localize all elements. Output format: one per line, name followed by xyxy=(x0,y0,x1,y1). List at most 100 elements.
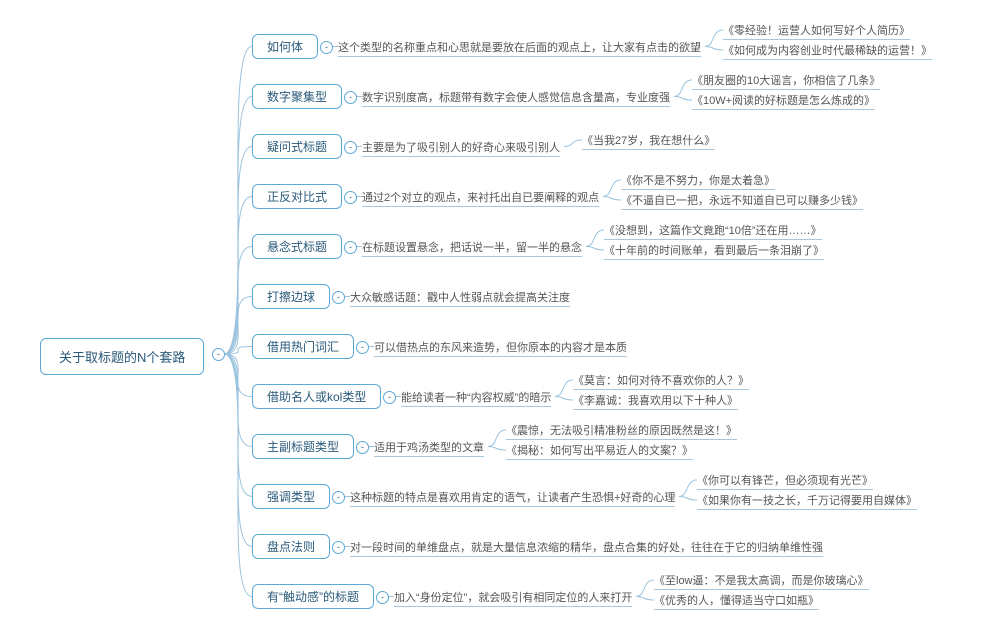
desc-text: 这种标题的特点是喜欢用肯定的语气，让读者产生恐惧+好奇的心理 xyxy=(350,492,675,504)
example-label: 《朋友圈的10大谣言，你相信了几条》 xyxy=(692,75,880,87)
example-text: 《莫言：如何对待不喜欢你的人？》 xyxy=(573,372,749,390)
category-desc: 大众敏感话题：戳中人性弱点就会提高关注度 xyxy=(350,289,570,307)
example-label: 《至low逼：不是我太高调，而是你玻璃心》 xyxy=(654,575,869,587)
example-label: 《零经验！运营人如何写好个人简历》 xyxy=(723,25,910,37)
category-node[interactable]: 借用热门词汇 xyxy=(252,334,354,359)
minus-icon: - xyxy=(337,492,340,502)
category-desc: 这个类型的名称重点和心思就是要放在后面的观点上，让大家有点击的欲望 xyxy=(338,39,701,57)
category-label: 如何体 xyxy=(267,40,303,54)
category-desc: 数字识别度高，标题带有数字会使人感觉信息含量高，专业度强 xyxy=(362,89,670,107)
category-desc: 在标题设置悬念，把话说一半，留一半的悬念 xyxy=(362,239,582,257)
category-desc: 可以借热点的东风来造势，但你原本的内容才是本质 xyxy=(374,339,627,357)
example-text: 《不逼自已一把，永远不知道自已可以赚多少钱》 xyxy=(621,192,863,210)
category-collapse-toggle[interactable]: - xyxy=(332,491,345,504)
minus-icon: - xyxy=(337,542,340,552)
category-collapse-toggle[interactable]: - xyxy=(344,191,357,204)
root-label: 关于取标题的N个套路 xyxy=(59,350,185,365)
desc-text: 适用于鸡汤类型的文章 xyxy=(374,442,484,454)
category-label: 强调类型 xyxy=(267,490,315,504)
category-desc: 通过2个对立的观点，来衬托出自已要阐释的观点 xyxy=(362,189,599,207)
category-node[interactable]: 如何体 xyxy=(252,34,318,59)
example-label: 《如何成为内容创业时代最稀缺的运营！》 xyxy=(723,45,932,57)
desc-text: 通过2个对立的观点，来衬托出自已要阐释的观点 xyxy=(362,192,599,204)
category-label: 正反对比式 xyxy=(267,190,327,204)
minus-icon: - xyxy=(361,442,364,452)
category-collapse-toggle[interactable]: - xyxy=(383,391,396,404)
example-label: 《优秀的人，懂得适当守口如瓶》 xyxy=(654,595,819,607)
example-text: 《如果你有一技之长，千万记得要用自媒体》 xyxy=(697,492,917,510)
category-collapse-toggle[interactable]: - xyxy=(356,341,369,354)
category-label: 悬念式标题 xyxy=(267,240,327,254)
category-desc: 加入“身份定位”，就会吸引有相同定位的人来打开 xyxy=(394,589,632,607)
desc-text: 主要是为了吸引别人的好奇心来吸引别人 xyxy=(362,142,560,154)
category-collapse-toggle[interactable]: - xyxy=(320,41,333,54)
example-text: 《当我27岁，我在想什么》 xyxy=(582,132,715,150)
example-label: 《当我27岁，我在想什么》 xyxy=(582,135,715,147)
category-collapse-toggle[interactable]: - xyxy=(332,291,345,304)
example-text: 《十年前的时间账单，看到最后一条泪崩了》 xyxy=(604,242,824,260)
root-node[interactable]: 关于取标题的N个套路 xyxy=(40,338,204,375)
desc-text: 这个类型的名称重点和心思就是要放在后面的观点上，让大家有点击的欲望 xyxy=(338,42,701,54)
minus-icon: - xyxy=(361,342,364,352)
example-text: 《10W+阅读的好标题是怎么炼成的》 xyxy=(692,92,875,110)
example-label: 《如果你有一技之长，千万记得要用自媒体》 xyxy=(697,495,917,507)
category-label: 盘点法则 xyxy=(267,540,315,554)
desc-text: 加入“身份定位”，就会吸引有相同定位的人来打开 xyxy=(394,592,632,604)
desc-text: 可以借热点的东风来造势，但你原本的内容才是本质 xyxy=(374,342,627,354)
category-label: 疑问式标题 xyxy=(267,140,327,154)
category-node[interactable]: 数字聚集型 xyxy=(252,84,342,109)
minus-icon: - xyxy=(217,349,220,359)
category-collapse-toggle[interactable]: - xyxy=(344,241,357,254)
example-label: 《十年前的时间账单，看到最后一条泪崩了》 xyxy=(604,245,824,257)
category-label: 借助名人或kol类型 xyxy=(267,390,366,404)
category-collapse-toggle[interactable]: - xyxy=(376,591,389,604)
category-node[interactable]: 主副标题类型 xyxy=(252,434,354,459)
category-desc: 适用于鸡汤类型的文章 xyxy=(374,439,484,457)
root-collapse-toggle[interactable]: - xyxy=(212,348,225,361)
category-label: 借用热门词汇 xyxy=(267,340,339,354)
example-label: 《你不是不努力，你是太着急》 xyxy=(621,175,775,187)
category-collapse-toggle[interactable]: - xyxy=(344,141,357,154)
category-desc: 对一段时间的单维盘点，就是大量信息浓缩的精华，盘点合集的好处，往往在于它的归纳单… xyxy=(350,539,823,557)
category-label: 数字聚集型 xyxy=(267,90,327,104)
example-text: 《如何成为内容创业时代最稀缺的运营！》 xyxy=(723,42,932,60)
category-node[interactable]: 悬念式标题 xyxy=(252,234,342,259)
category-label: 有“触动感”的标题 xyxy=(267,590,359,604)
category-collapse-toggle[interactable]: - xyxy=(344,91,357,104)
minus-icon: - xyxy=(381,592,384,602)
desc-text: 数字识别度高，标题带有数字会使人感觉信息含量高，专业度强 xyxy=(362,92,670,104)
desc-text: 在标题设置悬念，把话说一半，留一半的悬念 xyxy=(362,242,582,254)
example-text: 《优秀的人，懂得适当守口如瓶》 xyxy=(654,592,819,610)
example-text: 《零经验！运营人如何写好个人简历》 xyxy=(723,22,910,40)
category-collapse-toggle[interactable]: - xyxy=(332,541,345,554)
example-text: 《李嘉诚：我喜欢用以下十种人》 xyxy=(573,392,738,410)
desc-text: 大众敏感话题：戳中人性弱点就会提高关注度 xyxy=(350,292,570,304)
minus-icon: - xyxy=(337,292,340,302)
category-node[interactable]: 借助名人或kol类型 xyxy=(252,384,381,409)
category-desc: 主要是为了吸引别人的好奇心来吸引别人 xyxy=(362,139,560,157)
example-label: 《莫言：如何对待不喜欢你的人？》 xyxy=(573,375,749,387)
example-text: 《至low逼：不是我太高调，而是你玻璃心》 xyxy=(654,572,869,590)
minus-icon: - xyxy=(349,92,352,102)
desc-text: 对一段时间的单维盘点，就是大量信息浓缩的精华，盘点合集的好处，往往在于它的归纳单… xyxy=(350,542,823,554)
category-collapse-toggle[interactable]: - xyxy=(356,441,369,454)
category-node[interactable]: 盘点法则 xyxy=(252,534,330,559)
category-node[interactable]: 打擦边球 xyxy=(252,284,330,309)
category-node[interactable]: 强调类型 xyxy=(252,484,330,509)
minus-icon: - xyxy=(349,242,352,252)
category-node[interactable]: 正反对比式 xyxy=(252,184,342,209)
minus-icon: - xyxy=(349,142,352,152)
example-label: 《没想到，这篇作文竟跑“10倍”还在用……》 xyxy=(604,225,822,237)
example-label: 《10W+阅读的好标题是怎么炼成的》 xyxy=(692,95,875,107)
example-label: 《震惊，无法吸引精准粉丝的原因既然是这！》 xyxy=(506,425,737,437)
example-label: 《揭秘：如何写出平易近人的文案？》 xyxy=(506,445,693,457)
example-text: 《你可以有锋芒，但必须现有光芒》 xyxy=(697,472,873,490)
minus-icon: - xyxy=(325,42,328,52)
category-label: 主副标题类型 xyxy=(267,440,339,454)
example-text: 《朋友圈的10大谣言，你相信了几条》 xyxy=(692,72,880,90)
category-node[interactable]: 疑问式标题 xyxy=(252,134,342,159)
category-node[interactable]: 有“触动感”的标题 xyxy=(252,584,374,609)
example-text: 《没想到，这篇作文竟跑“10倍”还在用……》 xyxy=(604,222,822,240)
minus-icon: - xyxy=(388,392,391,402)
category-desc: 能给读者一种“内容权威”的暗示 xyxy=(401,389,551,407)
